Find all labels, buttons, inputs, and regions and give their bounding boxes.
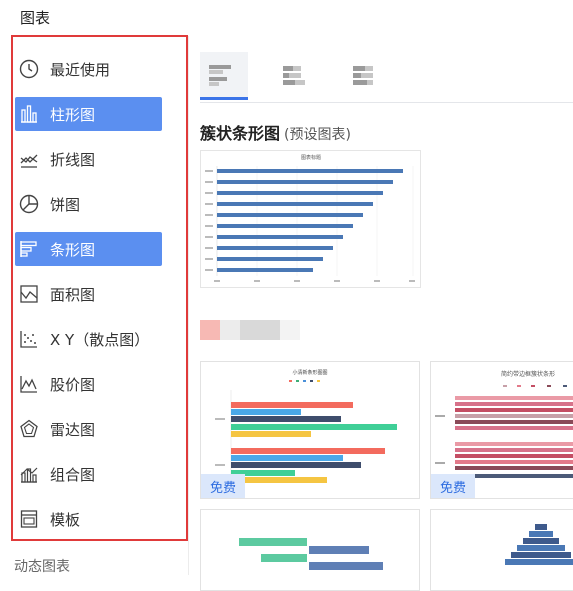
sidebar-item-label: 柱形图 [50,105,96,124]
preview-bar [217,246,333,250]
chart-preview[interactable]: 图表标题 [200,150,421,288]
template-legend [503,385,567,387]
section-subtitle: (预设图表) [284,127,351,143]
sidebar-item-combo[interactable]: 组合图 [15,457,162,491]
sidebar-footer-dynamic-charts[interactable]: 动态图表 [14,556,70,576]
template-card[interactable] [430,509,573,591]
sidebar-item-line[interactable]: 折线图 [15,142,162,176]
preview-bar [217,191,383,195]
sidebar-item-label: 组合图 [50,465,96,484]
template-icon [18,508,40,530]
tab-stacked-bar[interactable] [268,52,316,100]
section-title: 簇状条形图 (预设图表) [200,120,351,144]
template-card[interactable]: 小清新条形图图 免费 [200,361,420,499]
pie-chart-icon [18,193,40,215]
free-badge: 免费 [431,474,475,498]
stacked-bar-icon [283,66,305,85]
preview-chart-svg: 图表标题 [205,154,415,282]
sidebar-divider [188,36,189,575]
preview-bar [217,169,403,173]
bar-chart-icon [18,103,40,125]
sidebar-item-label: 折线图 [50,150,96,169]
tab-underline [200,102,573,103]
section-title-text: 簇状条形图 [200,124,281,143]
sidebar-item-scatter[interactable]: X Y（散点图） [15,322,162,356]
sidebar-item-stock[interactable]: 股价图 [15,367,162,401]
preview-bar [217,224,353,228]
tab-clustered-bar[interactable] [200,52,248,100]
scatter-chart-icon [18,328,40,350]
sidebar-item-column[interactable]: 柱形图 [15,97,162,131]
percent-stacked-bar-icon [353,66,373,85]
preview-bar [217,202,373,206]
sidebar-item-radar[interactable]: 雷达图 [15,412,162,446]
preview-bar [217,257,323,261]
template-card[interactable] [200,509,420,591]
template-title: 小清新条形图图 [292,369,327,376]
sidebar-item-label: 条形图 [50,240,96,259]
sidebar-item-template[interactable]: 模板 [15,502,162,536]
clustered-bar-icon [209,64,231,86]
horizontal-bar-icon [18,238,40,260]
sidebar-item-label: 最近使用 [50,60,111,79]
stock-chart-icon [18,373,40,395]
template-legend [289,380,320,382]
blurred-banner [200,320,310,340]
preview-bar [217,268,313,272]
template-title: 简约带边框簇状条形 [501,370,555,378]
sidebar-item-pie[interactable]: 饼图 [15,187,162,221]
preview-bar [217,180,393,184]
sidebar-item-label: X Y（散点图） [50,330,150,349]
sidebar-item-area[interactable]: 面积图 [15,277,162,311]
panel-title: 图表 [20,9,51,27]
sidebar-item-bar[interactable]: 条形图 [15,232,162,266]
sidebar-item-label: 面积图 [50,285,96,304]
sidebar-item-label: 饼图 [50,195,81,214]
tab-percent-stacked-bar[interactable] [336,52,384,100]
free-badge: 免费 [201,474,245,498]
preview-bar [217,235,343,239]
preview-bar [217,213,363,217]
sidebar-item-label: 模板 [50,510,81,529]
template-thumbnail [505,524,573,565]
preview-chart-title: 图表标题 [301,154,321,161]
template-card[interactable]: 简约带边框簇状条形 免费 [430,361,573,499]
sidebar-item-label: 股价图 [50,375,96,394]
template-thumbnail [239,538,383,570]
clock-icon [18,58,40,80]
line-chart-icon [18,148,40,170]
sidebar-item-recent[interactable]: 最近使用 [15,52,162,86]
area-chart-icon [18,283,40,305]
sidebar-item-label: 雷达图 [50,420,96,439]
radar-chart-icon [18,418,40,440]
combo-chart-icon [18,463,40,485]
